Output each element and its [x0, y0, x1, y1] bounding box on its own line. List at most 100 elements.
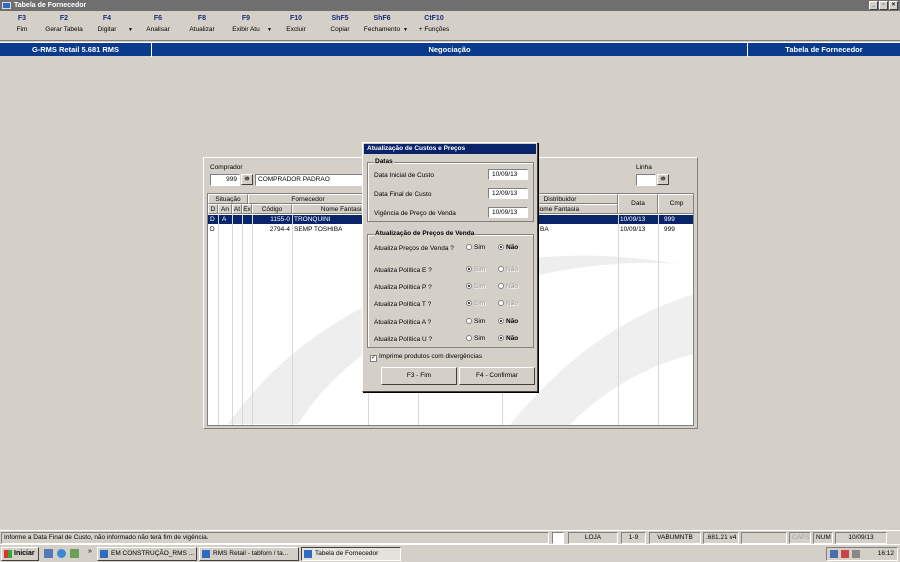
radio-label: Não [506, 244, 519, 251]
toolbar-key: ShF5 [331, 15, 349, 22]
politica-t-sim-radio[interactable]: Sim [466, 300, 485, 307]
politica-p-nao-radio[interactable]: Não [498, 283, 518, 290]
restore-button[interactable]: ▫ [879, 1, 888, 10]
binoculars-search-icon[interactable]: ⛯ [657, 174, 669, 185]
network-icon[interactable] [830, 550, 838, 558]
toolbar-key: F4 [102, 15, 112, 22]
header-d[interactable]: D [208, 204, 218, 214]
module-header: G-RMS Retail 5.681 RMS Negociação Tabela… [0, 42, 900, 57]
radio-dot-icon [466, 244, 472, 250]
binoculars-search-icon[interactable]: ⛯ [241, 174, 253, 185]
app-icon [202, 550, 210, 558]
toolbar-analisar-button[interactable]: F6 Analisar [136, 15, 180, 33]
grid-divider [658, 214, 659, 425]
dropdown-arrow-icon[interactable]: ▼ [267, 27, 272, 33]
politica-e-nao-radio[interactable]: Não [498, 266, 518, 273]
radio-label: Não [506, 283, 518, 290]
politica-u-nao-radio[interactable]: Não [498, 335, 518, 342]
chevron-right-icon[interactable]: » [88, 548, 92, 555]
volume-icon[interactable] [852, 550, 860, 558]
row-an: A [222, 216, 227, 223]
toolbar-label: Copiar [330, 26, 350, 33]
grid-divider [218, 214, 219, 425]
dropdown-arrow-icon[interactable]: ▼ [128, 27, 133, 33]
toolbar-label: Atualizar [189, 26, 215, 33]
toolbar-key: F10 [289, 15, 303, 22]
politica-a-nao-radio[interactable]: Não [498, 318, 518, 325]
politica-t-nao-radio[interactable]: Não [498, 300, 518, 307]
data-inicial-field[interactable]: 10/09/13 [488, 169, 528, 180]
status-version: .681.21 v4 [703, 532, 739, 544]
toolbar-key: F2 [59, 15, 69, 22]
toolbar-exibir-atu-button[interactable]: F9 Exibir Atu ▼ [224, 15, 272, 33]
toolbar-label: Excluir [286, 26, 306, 33]
comprador-code-field[interactable]: 999 [210, 174, 240, 186]
app-icon [304, 550, 312, 558]
toolbar-copiar-button[interactable]: ShF5 Copiar [318, 15, 362, 33]
radio-label: Não [506, 318, 519, 325]
header-cmp[interactable]: Cmp [658, 194, 693, 214]
browser-icon [100, 550, 108, 558]
linha-field[interactable] [636, 174, 656, 186]
task-em-construcao[interactable]: EM CONSTRUÇÃO_RMS ... [97, 547, 197, 561]
toolbar-gerar-tabela-button[interactable]: F2 Gerar Tabela [42, 15, 86, 33]
app-icon [2, 2, 11, 9]
status-message: Informe a Data Final de Custo, não infor… [1, 532, 549, 544]
vigencia-field[interactable]: 10/09/13 [488, 207, 528, 218]
radio-label: Sim [474, 335, 486, 342]
radio-dot-icon [466, 283, 472, 289]
header-codigo[interactable]: Código [252, 204, 292, 214]
radio-dot-icon [466, 335, 472, 341]
clock[interactable]: 16:12 [878, 550, 894, 557]
close-button[interactable]: × [889, 1, 898, 10]
atualiza-precos-nao-radio[interactable]: Não [498, 244, 518, 251]
toolbar-excluir-button[interactable]: F10 Excluir [274, 15, 318, 33]
minimize-button[interactable]: _ [869, 1, 878, 10]
imprime-divergencias-checkbox[interactable]: ✓ Imprime produtos com divergências [370, 353, 482, 362]
toolbar-label: Fim [16, 26, 28, 33]
radio-dot-icon [466, 318, 472, 324]
quicklaunch-icon[interactable] [44, 549, 53, 558]
atualiza-politica-p-label: Atualiza Política P ? [374, 284, 432, 291]
radio-dot-icon [498, 300, 504, 306]
radio-dot-icon [498, 244, 504, 250]
data-inicial-label: Data Inicial de Custo [374, 172, 434, 179]
atualiza-precos-label: Atualiza Preços de Venda ? [374, 245, 454, 252]
taskbar: Iniciar » EM CONSTRUÇÃO_RMS ... RMS Reta… [0, 544, 900, 562]
fim-button[interactable]: F3 - Fim [381, 367, 457, 385]
toolbar-mais-funcoes-button[interactable]: CtF10 + Funções [412, 15, 456, 33]
header-ex[interactable]: Ex [242, 204, 252, 214]
header-data[interactable]: Data [618, 194, 658, 214]
toolbar-fim-button[interactable]: F3 Fim [0, 15, 44, 33]
row-data: 10/09/13 [620, 226, 646, 233]
toolbar-digitar-button[interactable]: F4 Digitar ▼ [85, 15, 133, 33]
row-distribuidor: BA [540, 226, 549, 233]
radio-label: Não [506, 300, 518, 307]
module-name: Negociação [152, 43, 748, 57]
status-loja: LOJA [568, 532, 618, 544]
politica-e-sim-radio[interactable]: Sim [466, 266, 485, 273]
data-final-field[interactable]: 12/09/13 [488, 188, 528, 199]
precos-group: Atualização de Preços de Venda Atualiza … [367, 230, 534, 348]
start-button[interactable]: Iniciar [1, 547, 39, 561]
browser-icon[interactable] [57, 549, 66, 558]
politica-u-sim-radio[interactable]: Sim [466, 335, 485, 342]
header-an[interactable]: An [218, 204, 232, 214]
toolbar-atualizar-button[interactable]: F8 Atualizar [180, 15, 224, 33]
row-d: D [210, 216, 215, 223]
politica-p-sim-radio[interactable]: Sim [466, 283, 485, 290]
task-tabela-fornecedor[interactable]: Tabela de Fornecedor [301, 547, 401, 561]
politica-a-sim-radio[interactable]: Sim [466, 318, 485, 325]
security-icon[interactable] [841, 550, 849, 558]
desktop-icon[interactable] [70, 549, 79, 558]
atualiza-precos-sim-radio[interactable]: Sim [466, 244, 485, 251]
status-date: 10/09/13 [835, 532, 887, 544]
confirmar-button[interactable]: F4 - Confirmar [459, 367, 535, 385]
radio-dot-icon [498, 335, 504, 341]
toolbar-fechamento-button[interactable]: ShF6 Fechamento ▼ [360, 15, 408, 33]
task-rms-retail[interactable]: RMS Retail - tabforn / ta... [199, 547, 299, 561]
header-nome-fantasia[interactable]: Nome Fantasia [292, 204, 368, 214]
dropdown-arrow-icon[interactable]: ▼ [403, 27, 408, 33]
windows-logo-icon [4, 550, 12, 558]
header-at[interactable]: At [232, 204, 242, 214]
